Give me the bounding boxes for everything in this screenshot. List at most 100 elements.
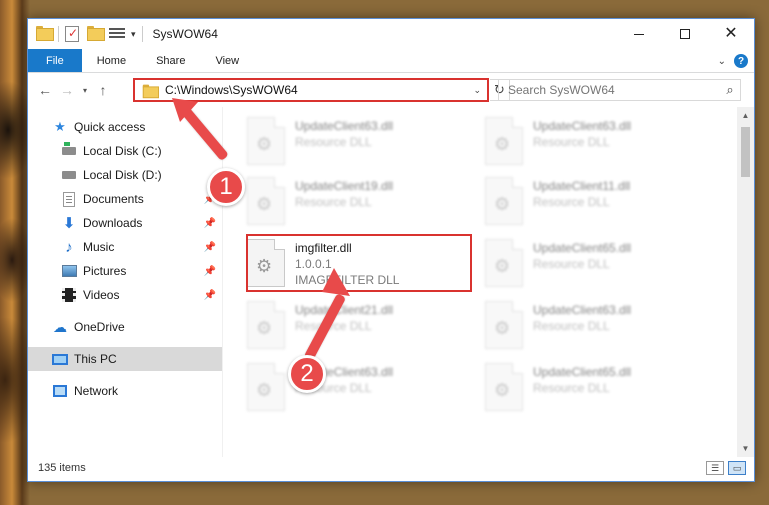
search-box[interactable]: ⌕	[498, 79, 741, 101]
file-item[interactable]: ⚙ UpdateClient63.dll Resource DLL	[485, 117, 631, 165]
large-icons-view-icon[interactable]: ▭	[728, 461, 746, 475]
file-name: UpdateClient65.dll	[533, 365, 632, 379]
forward-button[interactable]: →	[56, 82, 78, 98]
tab-home[interactable]: Home	[82, 49, 141, 72]
file-item[interactable]: ⚙ UpdateClient63.dll Resource DLL	[247, 117, 393, 165]
search-icon[interactable]: ⌕	[720, 82, 740, 98]
sidebar-item-music[interactable]: ♪ Music 📌	[28, 235, 222, 259]
pin-icon[interactable]: 📌	[204, 290, 216, 301]
file-description: Resource DLL	[533, 195, 610, 209]
callout-badge-2: 2	[288, 355, 326, 393]
callout-arrow-2-head	[322, 268, 350, 296]
quick-access-toolbar: ▾	[28, 19, 149, 49]
separator	[58, 26, 59, 42]
sidebar-item-label: Videos	[83, 288, 120, 302]
tab-share[interactable]: Share	[141, 49, 200, 72]
sidebar-item-this-pc[interactable]: This PC	[28, 347, 222, 371]
sidebar-item-downloads[interactable]: ⬇ Downloads 📌	[28, 211, 222, 235]
file-item[interactable]: ⚙ UpdateClient19.dll Resource DLL	[247, 177, 393, 225]
file-description: Resource DLL	[533, 381, 610, 395]
file-name: UpdateClient65.dll	[533, 241, 632, 255]
drive-d-icon	[61, 167, 77, 183]
new-folder-icon[interactable]	[87, 26, 105, 42]
sidebar-item-label: OneDrive	[74, 320, 125, 334]
view-toggle: ☰ ▭	[706, 461, 746, 475]
search-input[interactable]	[499, 83, 720, 97]
file-name: UpdateClient63.dll	[533, 119, 632, 133]
dll-file-icon: ⚙	[247, 177, 285, 225]
vertical-scrollbar[interactable]: ▲ ▼	[737, 107, 754, 457]
videos-icon	[61, 287, 77, 303]
callout-badge-1: 1	[207, 168, 245, 206]
scroll-up-icon[interactable]: ▲	[737, 107, 754, 124]
chevron-down-icon[interactable]: ⌄	[473, 85, 481, 96]
network-icon	[52, 383, 68, 399]
up-button[interactable]: ↑	[92, 82, 114, 98]
pin-icon[interactable]: 📌	[204, 266, 216, 277]
sidebar-item-label: Local Disk (C:)	[83, 144, 162, 158]
callout-arrow-1-head	[172, 98, 198, 122]
file-name: UpdateClient21.dll	[295, 303, 394, 317]
file-item[interactable]: ⚙ UpdateClient65.dll Resource DLL	[485, 363, 631, 411]
sidebar-item-videos[interactable]: Videos 📌	[28, 283, 222, 307]
close-button[interactable]: ✕	[708, 19, 754, 49]
dll-file-icon: ⚙	[485, 117, 523, 165]
file-description: Resource DLL	[533, 135, 610, 149]
window-title: SysWOW64	[152, 27, 218, 41]
navigation-bar: ← → ▾ ↑ C:\Windows\SysWOW64 ⌄ ↻ ⌕	[28, 73, 754, 107]
back-button[interactable]: ←	[34, 82, 56, 98]
maximize-button[interactable]	[662, 19, 708, 49]
address-path[interactable]: C:\Windows\SysWOW64	[165, 83, 473, 97]
onedrive-icon: ☁	[53, 318, 67, 335]
recent-locations-icon[interactable]: ▾	[78, 86, 92, 95]
file-description: Resource DLL	[295, 135, 372, 149]
documents-icon	[61, 191, 77, 207]
title-bar: ▾ SysWOW64 ✕	[28, 19, 754, 49]
file-description: Resource DLL	[295, 195, 372, 209]
dll-file-icon: ⚙	[485, 301, 523, 349]
downloads-icon: ⬇	[62, 215, 76, 232]
sidebar-item-local-disk-c[interactable]: Local Disk (C:)	[28, 139, 222, 163]
file-item[interactable]: ⚙ UpdateClient65.dll Resource DLL	[485, 239, 631, 287]
dll-file-icon: ⚙	[247, 301, 285, 349]
minimize-button[interactable]	[616, 19, 662, 49]
sidebar-item-onedrive[interactable]: ☁ OneDrive	[28, 315, 222, 339]
tab-view[interactable]: View	[200, 49, 254, 72]
sidebar-item-documents[interactable]: Documents 📌	[28, 187, 222, 211]
navigation-pane: ★ Quick access Local Disk (C:) Local Dis…	[28, 107, 222, 457]
star-icon: ★	[54, 119, 66, 134]
scroll-thumb[interactable]	[741, 127, 750, 177]
tab-file[interactable]: File	[28, 49, 82, 72]
sidebar-item-label: This PC	[74, 352, 117, 366]
qat-customize-icon[interactable]: ▾	[131, 29, 136, 40]
sidebar-item-label: Downloads	[83, 216, 143, 230]
file-name: UpdateClient63.dll	[533, 303, 632, 317]
dll-file-icon: ⚙	[247, 117, 285, 165]
this-pc-icon	[52, 351, 68, 367]
expand-ribbon-icon[interactable]: ⌄	[718, 56, 726, 67]
sidebar-item-label: Documents	[83, 192, 144, 206]
details-view-icon[interactable]: ☰	[706, 461, 724, 475]
pin-icon[interactable]: 📌	[204, 242, 216, 253]
folder-icon	[36, 26, 54, 42]
pin-icon[interactable]: 📌	[204, 218, 216, 229]
view-options-icon[interactable]	[109, 26, 125, 42]
file-description: Resource DLL	[533, 319, 610, 333]
help-icon[interactable]: ?	[734, 54, 748, 68]
dll-file-icon: ⚙	[485, 177, 523, 225]
file-item[interactable]: ⚙ UpdateClient63.dll Resource DLL	[485, 301, 631, 349]
item-count: 135 items	[38, 462, 86, 474]
sidebar-item-label: Quick access	[74, 120, 146, 134]
sidebar-item-label: Local Disk (D:)	[83, 168, 162, 182]
sidebar-item-label: Music	[83, 240, 115, 254]
ribbon-right-controls: ⌄ ?	[718, 49, 748, 73]
file-name: UpdateClient19.dll	[295, 179, 394, 193]
sidebar-item-local-disk-d[interactable]: Local Disk (D:)	[28, 163, 222, 187]
sidebar-item-network[interactable]: Network	[28, 379, 222, 403]
ribbon-tabs: File Home Share View ⌄ ?	[28, 49, 754, 73]
drive-c-icon	[61, 142, 77, 159]
dll-file-icon: ⚙	[247, 363, 285, 411]
sidebar-item-pictures[interactable]: Pictures 📌	[28, 259, 222, 283]
properties-icon[interactable]	[65, 26, 81, 42]
file-item[interactable]: ⚙ UpdateClient11.dll Resource DLL	[485, 177, 630, 225]
